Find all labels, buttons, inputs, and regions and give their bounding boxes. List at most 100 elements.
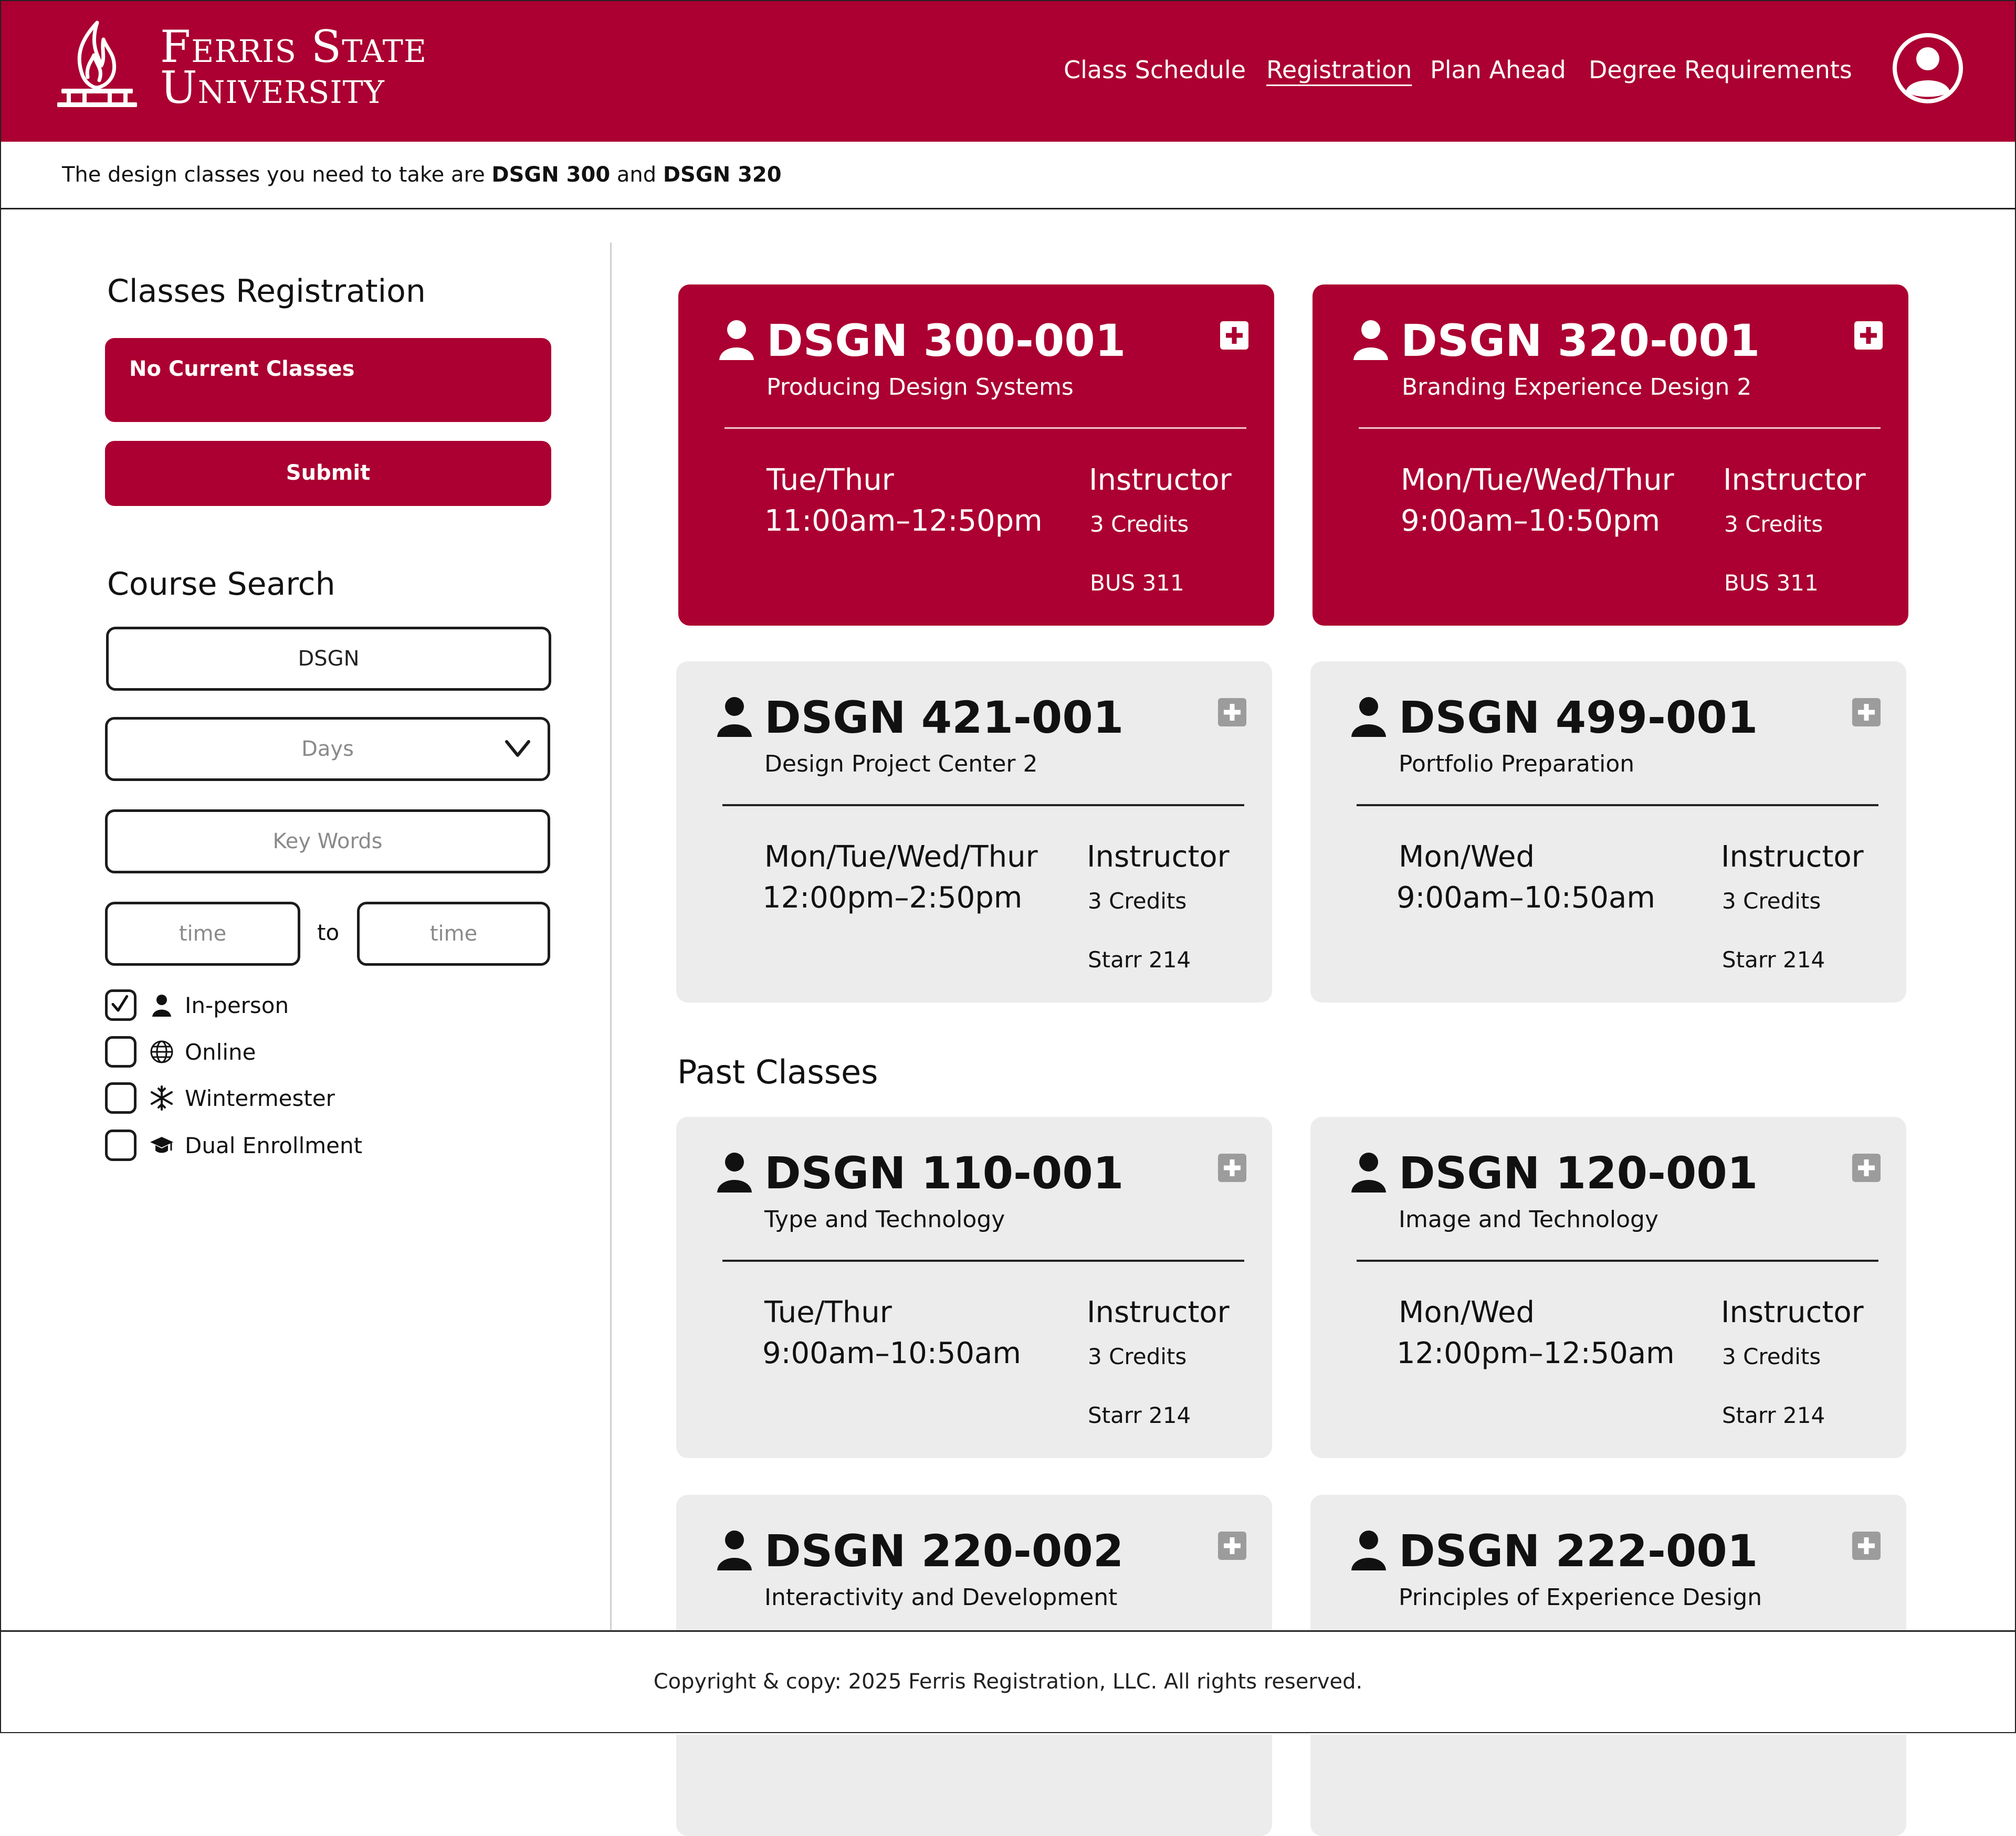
chevron-down-icon bbox=[505, 740, 530, 757]
course-time: 12:00pm–2:50pm bbox=[762, 881, 1023, 915]
add-course-icon[interactable] bbox=[1851, 697, 1882, 727]
course-time: 12:00pm–12:50am bbox=[1396, 1336, 1675, 1370]
course-credits: 3 Credits bbox=[1088, 1344, 1187, 1369]
university-wordmark[interactable]: Ferris State University bbox=[160, 21, 427, 113]
keywords-input[interactable]: Key Words bbox=[105, 809, 550, 873]
days-select-placeholder: Days bbox=[301, 737, 354, 761]
person-icon bbox=[717, 697, 752, 737]
course-code: DSGN 220-002 bbox=[764, 1525, 1124, 1577]
course-title: Type and Technology bbox=[764, 1206, 1005, 1233]
dual-enrollment-label: Dual Enrollment bbox=[185, 1133, 363, 1158]
course-days: Tue/Thur bbox=[764, 1295, 892, 1329]
card-divider bbox=[724, 427, 1246, 429]
copyright-text: Copyright & copy: 2025 Ferris Registrati… bbox=[653, 1670, 1363, 1694]
course-instructor: Instructor bbox=[1721, 840, 1864, 874]
course-title: Design Project Center 2 bbox=[764, 751, 1038, 777]
course-card-selected[interactable]: DSGN 300-001 Producing Design Systems Tu… bbox=[678, 284, 1274, 626]
course-days: Mon/Tue/Wed/Thur bbox=[1401, 463, 1674, 497]
course-time: 9:00am–10:50pm bbox=[1401, 504, 1661, 538]
current-classes-box: No Current Classes bbox=[105, 338, 551, 422]
course-instructor: Instructor bbox=[1721, 1295, 1864, 1329]
course-credits: 3 Credits bbox=[1722, 1344, 1821, 1369]
course-instructor: Instructor bbox=[1089, 463, 1232, 497]
course-room: Starr 214 bbox=[1722, 947, 1825, 973]
add-course-icon[interactable] bbox=[1853, 320, 1884, 351]
brand-line-2: University bbox=[160, 62, 385, 113]
add-course-icon[interactable] bbox=[1217, 1531, 1247, 1561]
registration-heading: Classes Registration bbox=[107, 273, 426, 310]
course-instructor: Instructor bbox=[1723, 463, 1866, 497]
course-days: Mon/Wed bbox=[1399, 1295, 1535, 1329]
course-code: DSGN 421-001 bbox=[764, 692, 1124, 743]
course-title: Branding Experience Design 2 bbox=[1402, 374, 1752, 400]
course-card-past[interactable]: DSGN 110-001 Type and Technology Tue/Thu… bbox=[676, 1117, 1272, 1458]
brand-line-1: Ferris State bbox=[160, 21, 427, 72]
course-time: 9:00am–10:50am bbox=[762, 1336, 1021, 1370]
page-footer: Copyright & copy: 2025 Ferris Registrati… bbox=[0, 1630, 2016, 1735]
course-card[interactable]: DSGN 499-001 Portfolio Preparation Mon/W… bbox=[1310, 661, 1906, 1003]
person-icon bbox=[1351, 1153, 1386, 1193]
in-person-checkbox[interactable] bbox=[105, 989, 136, 1021]
sidebar-divider bbox=[610, 242, 612, 1633]
current-classes-label: No Current Classes bbox=[129, 357, 355, 381]
time-from-placeholder: time bbox=[178, 922, 227, 946]
add-course-icon[interactable] bbox=[1851, 1153, 1882, 1183]
course-room: BUS 311 bbox=[1090, 570, 1184, 596]
card-divider bbox=[722, 804, 1244, 806]
nav-plan-ahead[interactable]: Plan Ahead bbox=[1430, 56, 1566, 84]
card-divider bbox=[1357, 1260, 1878, 1262]
add-course-icon[interactable] bbox=[1217, 697, 1247, 727]
card-divider bbox=[1359, 427, 1881, 429]
nav-registration[interactable]: Registration bbox=[1266, 56, 1412, 84]
graduation-cap-icon bbox=[150, 1137, 173, 1153]
time-to-input[interactable]: time bbox=[357, 902, 550, 966]
time-to-placeholder: time bbox=[429, 922, 478, 946]
submit-button[interactable]: Submit bbox=[105, 441, 551, 506]
course-instructor: Instructor bbox=[1087, 1295, 1230, 1329]
snowflake-icon bbox=[151, 1085, 173, 1111]
course-card[interactable]: DSGN 421-001 Design Project Center 2 Mon… bbox=[676, 661, 1272, 1003]
course-code: DSGN 222-001 bbox=[1399, 1525, 1758, 1577]
person-icon bbox=[719, 320, 754, 360]
course-code: DSGN 320-001 bbox=[1401, 315, 1760, 366]
time-from-input[interactable]: time bbox=[105, 902, 300, 966]
course-title: Producing Design Systems bbox=[766, 374, 1074, 400]
course-time: 9:00am–10:50am bbox=[1396, 881, 1655, 915]
course-days: Mon/Wed bbox=[1399, 840, 1535, 874]
subject-input[interactable]: DSGN bbox=[106, 627, 551, 691]
top-header: Ferris State University Class Schedule R… bbox=[0, 0, 2016, 142]
required-course-1: DSGN 300 bbox=[491, 163, 611, 187]
dual-enrollment-checkbox[interactable] bbox=[105, 1130, 136, 1161]
past-classes-heading: Past Classes bbox=[677, 1053, 878, 1091]
card-divider bbox=[722, 1260, 1244, 1262]
globe-icon bbox=[150, 1040, 173, 1063]
course-title: Portfolio Preparation bbox=[1399, 751, 1635, 777]
course-title: Principles of Experience Design bbox=[1399, 1584, 1762, 1611]
user-avatar-icon[interactable] bbox=[1892, 33, 1964, 104]
course-time: 11:00am–12:50pm bbox=[764, 504, 1043, 538]
add-course-icon[interactable] bbox=[1851, 1531, 1882, 1561]
add-course-icon[interactable] bbox=[1219, 320, 1250, 351]
course-code: DSGN 300-001 bbox=[766, 315, 1126, 366]
person-icon bbox=[152, 995, 171, 1017]
add-course-icon[interactable] bbox=[1217, 1153, 1247, 1183]
nav-class-schedule[interactable]: Class Schedule bbox=[1064, 56, 1246, 84]
online-label: Online bbox=[185, 1039, 256, 1065]
online-checkbox[interactable] bbox=[105, 1036, 136, 1068]
recommendation-text: The design classes you need to take are … bbox=[62, 163, 782, 187]
course-days: Tue/Thur bbox=[766, 463, 894, 497]
person-icon bbox=[1353, 320, 1388, 360]
wintermester-label: Wintermester bbox=[185, 1085, 335, 1111]
course-days: Mon/Tue/Wed/Thur bbox=[764, 840, 1038, 874]
course-code: DSGN 120-001 bbox=[1399, 1147, 1758, 1199]
course-credits: 3 Credits bbox=[1724, 511, 1823, 537]
time-range-separator: to bbox=[317, 920, 340, 945]
course-search-heading: Course Search bbox=[107, 566, 335, 603]
wintermester-checkbox[interactable] bbox=[105, 1082, 136, 1114]
course-card-past[interactable]: DSGN 120-001 Image and Technology Mon/We… bbox=[1310, 1117, 1906, 1458]
course-room: BUS 311 bbox=[1724, 570, 1819, 596]
nav-degree-requirements[interactable]: Degree Requirements bbox=[1589, 56, 1852, 84]
course-room: Starr 214 bbox=[1088, 947, 1191, 973]
days-select[interactable]: Days bbox=[105, 717, 550, 781]
course-card-selected[interactable]: DSGN 320-001 Branding Experience Design … bbox=[1312, 284, 1908, 626]
